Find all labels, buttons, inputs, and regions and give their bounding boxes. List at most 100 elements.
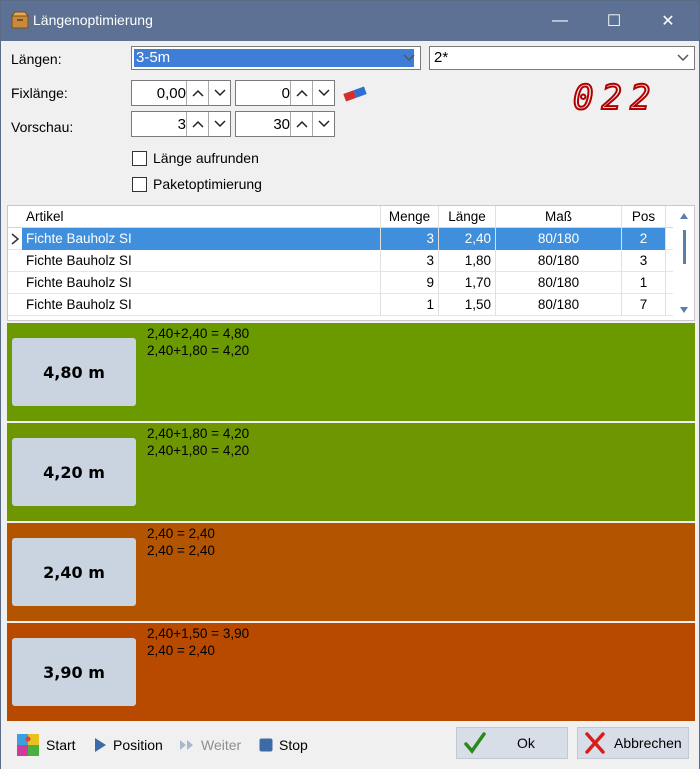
cell-laenge: 1,50 bbox=[439, 294, 496, 316]
close-icon: ✕ bbox=[661, 13, 675, 30]
table-row[interactable]: Fichte Bauholz SI 3 2,40 80/180 2 bbox=[8, 228, 673, 250]
spin-down-button[interactable] bbox=[312, 112, 334, 136]
spin-down-button[interactable] bbox=[208, 81, 230, 105]
fixlaenge-spinner-2[interactable]: 0 bbox=[235, 80, 335, 106]
cell-menge: 3 bbox=[381, 228, 439, 250]
cell-pos: 7 bbox=[622, 294, 666, 316]
table-row[interactable]: Fichte Bauholz SI 9 1,70 80/180 1 bbox=[8, 272, 673, 294]
maximize-icon: ☐ bbox=[606, 13, 622, 30]
laenge-aufrunden-label: Länge aufrunden bbox=[153, 150, 259, 166]
length-button[interactable]: 4,20 m bbox=[12, 438, 136, 506]
laengen-combo[interactable]: 3-5m bbox=[131, 46, 421, 70]
spin-down-button[interactable] bbox=[208, 112, 230, 136]
spin-up-button[interactable] bbox=[186, 81, 208, 105]
fixlaenge-spinner-1[interactable]: 0,00 bbox=[131, 80, 231, 106]
ok-label: Ok bbox=[517, 735, 535, 751]
table-row[interactable]: Fichte Bauholz SI 3 1,80 80/180 3 bbox=[8, 250, 673, 272]
minimize-icon: — bbox=[552, 12, 568, 29]
puzzle-icon bbox=[17, 734, 39, 756]
vorschau-value-2: 30 bbox=[273, 116, 290, 133]
cell-mass: 80/180 bbox=[496, 250, 622, 272]
band-line: 2,40+2,40 = 4,80 bbox=[147, 326, 250, 341]
stop-icon bbox=[259, 738, 273, 752]
checkbox-box[interactable] bbox=[132, 150, 147, 166]
second-combo[interactable]: 2* bbox=[429, 46, 695, 70]
fixlaenge-value-1: 0,00 bbox=[156, 85, 186, 102]
cell-artikel: Fichte Bauholz SI bbox=[22, 228, 381, 250]
result-band: 3,90 m 2,40+1,50 = 3,90 2,40 = 2,40 bbox=[7, 623, 695, 721]
position-label: Position bbox=[113, 737, 163, 753]
vorschau-spinner-2[interactable]: 30 bbox=[235, 111, 335, 137]
scroll-up-icon[interactable] bbox=[679, 212, 689, 220]
length-button[interactable]: 3,90 m bbox=[12, 638, 136, 706]
start-label: Start bbox=[46, 737, 76, 753]
cell-menge: 9 bbox=[381, 272, 439, 294]
spin-down-button[interactable] bbox=[312, 81, 334, 105]
fixlaenge-label: Fixlänge: bbox=[11, 85, 68, 101]
spin-up-button[interactable] bbox=[186, 112, 208, 136]
paketoptimierung-checkbox[interactable]: Paketoptimierung bbox=[132, 176, 262, 192]
table-header: Artikel Menge Länge Maß Pos bbox=[8, 206, 673, 228]
position-button[interactable]: Position bbox=[93, 731, 163, 759]
window-title: Längenoptimierung bbox=[33, 12, 153, 28]
chevron-down-icon bbox=[400, 49, 418, 67]
counter-digits: 022 bbox=[573, 81, 658, 113]
scroll-thumb[interactable] bbox=[683, 230, 686, 264]
cell-artikel: Fichte Bauholz SI bbox=[22, 272, 381, 294]
result-band: 4,20 m 2,40+1,80 = 4,20 2,40+1,80 = 4,20 bbox=[7, 423, 695, 521]
band-line: 2,40 = 2,40 bbox=[147, 643, 215, 658]
cell-pos: 2 bbox=[622, 228, 666, 250]
header-pos[interactable]: Pos bbox=[622, 206, 666, 228]
fast-forward-icon bbox=[180, 740, 193, 750]
cell-mass: 80/180 bbox=[496, 272, 622, 294]
length-button[interactable]: 4,80 m bbox=[12, 338, 136, 406]
abbrechen-button[interactable]: Abbrechen bbox=[577, 727, 689, 759]
table-scrollbar[interactable] bbox=[674, 206, 694, 320]
weiter-label: Weiter bbox=[201, 737, 242, 753]
vorschau-label: Vorschau: bbox=[11, 119, 74, 135]
spin-up-button[interactable] bbox=[290, 81, 312, 105]
cancel-x-icon bbox=[585, 732, 605, 754]
vorschau-spinner-1[interactable]: 3 bbox=[131, 111, 231, 137]
abbrechen-label: Abbrechen bbox=[614, 735, 682, 751]
fixlaenge-value-2: 0 bbox=[281, 85, 290, 102]
header-artikel[interactable]: Artikel bbox=[22, 206, 381, 228]
length-button[interactable]: 2,40 m bbox=[12, 538, 136, 606]
cell-pos: 3 bbox=[622, 250, 666, 272]
title-bar: Längenoptimierung — ☐ ✕ bbox=[1, 1, 699, 41]
close-button[interactable]: ✕ bbox=[645, 1, 691, 41]
articles-table: Artikel Menge Länge Maß Pos Fichte Bauho… bbox=[7, 205, 695, 321]
start-button[interactable]: Start bbox=[16, 731, 76, 759]
laenge-aufrunden-checkbox[interactable]: Länge aufrunden bbox=[132, 150, 259, 166]
band-line: 2,40 = 2,40 bbox=[147, 526, 215, 541]
stop-label: Stop bbox=[279, 737, 308, 753]
header-mass[interactable]: Maß bbox=[496, 206, 622, 228]
stop-button[interactable]: Stop bbox=[259, 731, 308, 759]
second-combo-value: 2* bbox=[434, 49, 449, 66]
checkbox-box[interactable] bbox=[132, 176, 147, 192]
minimize-button[interactable]: — bbox=[537, 1, 583, 41]
cell-laenge: 1,80 bbox=[439, 250, 496, 272]
header-laenge[interactable]: Länge bbox=[439, 206, 496, 228]
vorschau-value-1: 3 bbox=[177, 116, 186, 133]
cell-menge: 1 bbox=[381, 294, 439, 316]
paketoptimierung-label: Paketoptimierung bbox=[153, 176, 262, 192]
cell-pos: 1 bbox=[622, 272, 666, 294]
spin-up-button[interactable] bbox=[290, 112, 312, 136]
cell-laenge: 1,70 bbox=[439, 272, 496, 294]
table-row[interactable]: Fichte Bauholz SI 1 1,50 80/180 7 bbox=[8, 294, 673, 316]
chevron-down-icon bbox=[674, 49, 692, 67]
ok-button[interactable]: Ok bbox=[456, 727, 568, 759]
result-band: 2,40 m 2,40 = 2,40 2,40 = 2,40 bbox=[7, 523, 695, 621]
eraser-icon[interactable] bbox=[342, 86, 368, 102]
band-line: 2,40+1,50 = 3,90 bbox=[147, 626, 250, 641]
header-menge[interactable]: Menge bbox=[381, 206, 439, 228]
band-line: 2,40 = 2,40 bbox=[147, 543, 215, 558]
row-indicator-icon bbox=[11, 233, 20, 245]
scroll-down-icon[interactable] bbox=[679, 306, 689, 314]
weiter-button[interactable]: Weiter bbox=[179, 731, 241, 759]
counter-display: 022 bbox=[572, 81, 658, 113]
cell-laenge: 2,40 bbox=[439, 228, 496, 250]
result-band: 4,80 m 2,40+2,40 = 4,80 2,40+1,80 = 4,20 bbox=[7, 323, 695, 421]
maximize-button[interactable]: ☐ bbox=[591, 1, 637, 41]
